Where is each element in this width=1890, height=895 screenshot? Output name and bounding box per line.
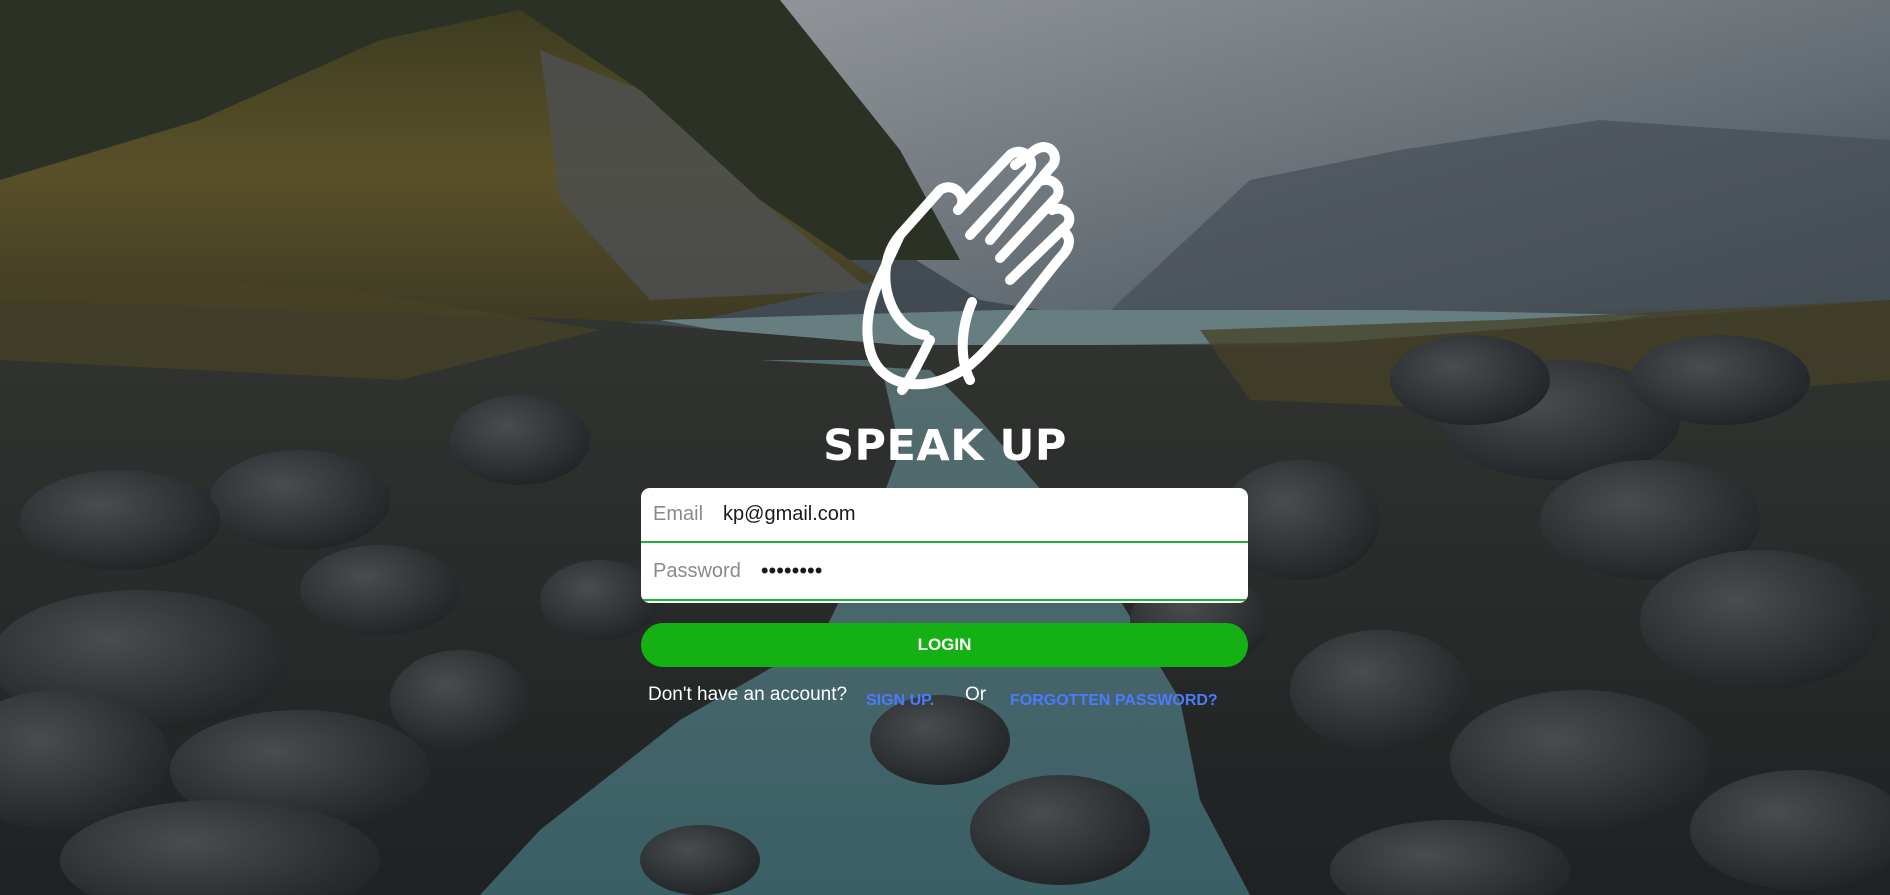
password-input[interactable]: •••••••• [761,558,1248,584]
login-button[interactable]: LOGIN [641,623,1248,667]
email-label: Email [653,503,704,525]
sign-up-link[interactable]: SIGN UP. [866,692,934,710]
login-form: Email kp@gmail.com Password •••••••• [641,488,1248,603]
forgotten-password-link[interactable]: FORGOTTEN PASSWORD? [1010,692,1218,710]
email-field[interactable]: Email kp@gmail.com [641,488,1248,543]
login-screen: SPEAK UP Email kp@gmail.com Password •••… [0,0,1890,895]
password-field[interactable]: Password •••••••• [641,543,1248,601]
email-input[interactable]: kp@gmail.com [723,503,1248,526]
or-text: Or [965,684,987,705]
brand-title: SPEAK UP [823,421,1067,471]
no-account-text: Don't have an account? [648,684,848,705]
waving-hand-icon [862,142,1075,395]
password-label: Password [653,559,741,582]
